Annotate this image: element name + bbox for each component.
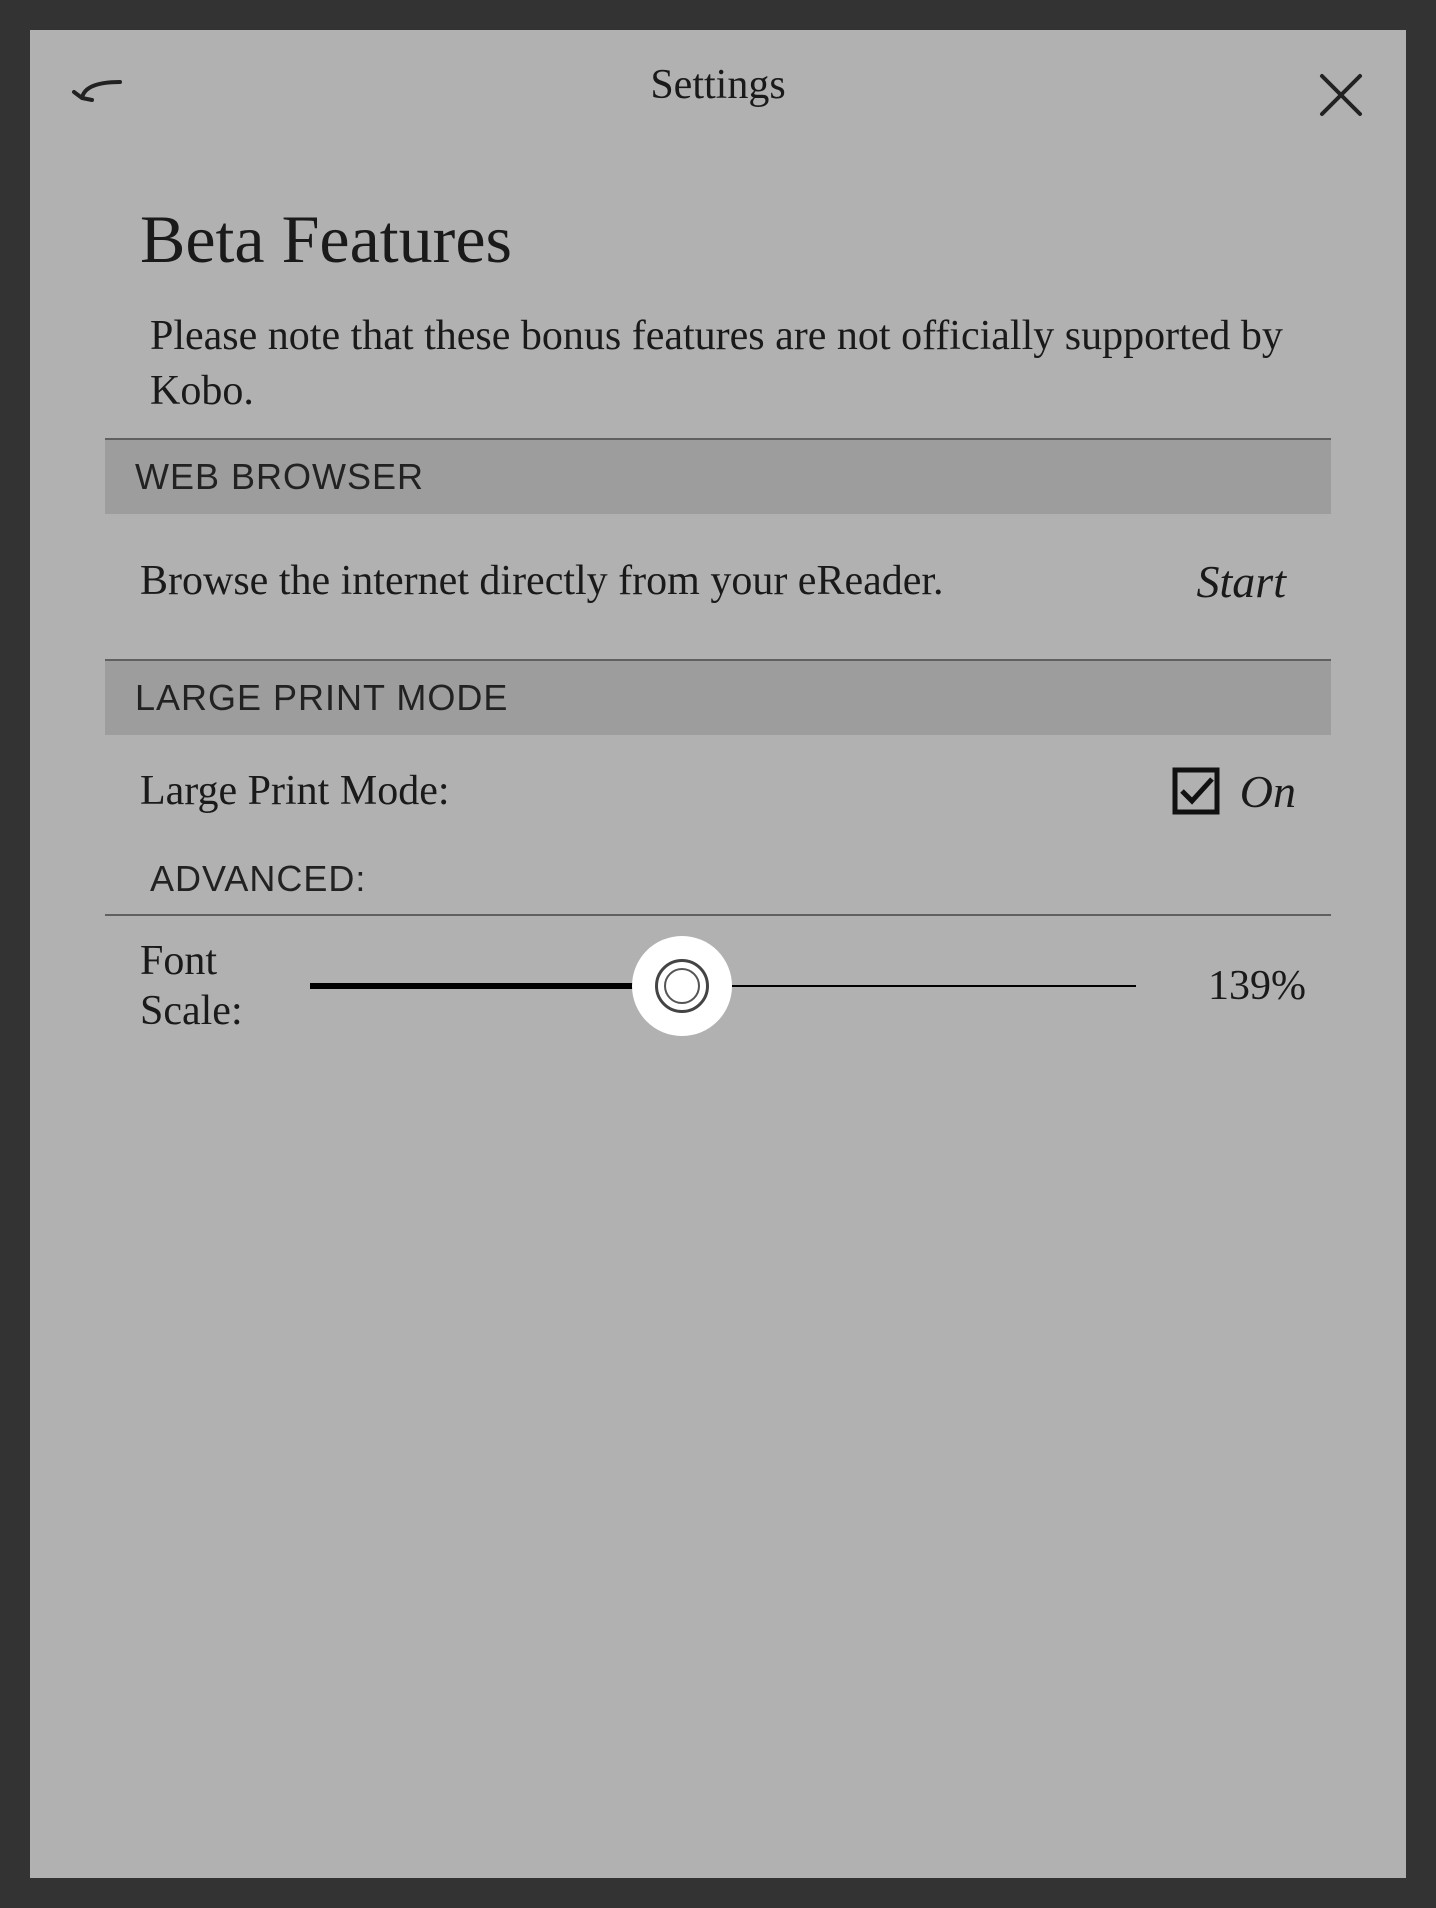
settings-screen: Settings Beta Features Please note that … (30, 30, 1406, 1878)
back-button[interactable] (70, 70, 130, 130)
page-note: Please note that these bonus features ar… (120, 309, 1316, 418)
top-bar: Settings (30, 30, 1406, 140)
section-header-large-print: LARGE PRINT MODE (105, 659, 1331, 735)
large-print-mode-label: Large Print Mode: (140, 767, 450, 815)
large-print-checkbox[interactable] (1172, 767, 1220, 815)
slider-thumb[interactable] (632, 936, 732, 1036)
close-button[interactable] (1316, 70, 1366, 120)
start-button[interactable]: Start (1197, 555, 1296, 608)
page-heading: Beta Features (120, 200, 1316, 279)
advanced-label: ADVANCED: (120, 838, 1316, 914)
content-area: Beta Features Please note that these bon… (30, 140, 1406, 1057)
web-browser-row: Browse the internet directly from your e… (120, 514, 1316, 659)
back-arrow-icon (70, 70, 130, 130)
large-print-mode-row: Large Print Mode: On (120, 735, 1316, 838)
large-print-toggle: On (1172, 765, 1296, 818)
font-scale-slider[interactable] (310, 946, 1136, 1026)
large-print-state: On (1240, 765, 1296, 818)
page-title: Settings (650, 61, 785, 109)
font-scale-row: Font Scale: 139% (120, 916, 1316, 1057)
close-icon (1316, 70, 1366, 120)
font-scale-label: Font Scale: (140, 936, 280, 1037)
font-scale-value: 139% (1166, 962, 1306, 1010)
web-browser-description: Browse the internet directly from your e… (140, 554, 1197, 609)
section-header-web-browser: WEB BROWSER (105, 438, 1331, 514)
